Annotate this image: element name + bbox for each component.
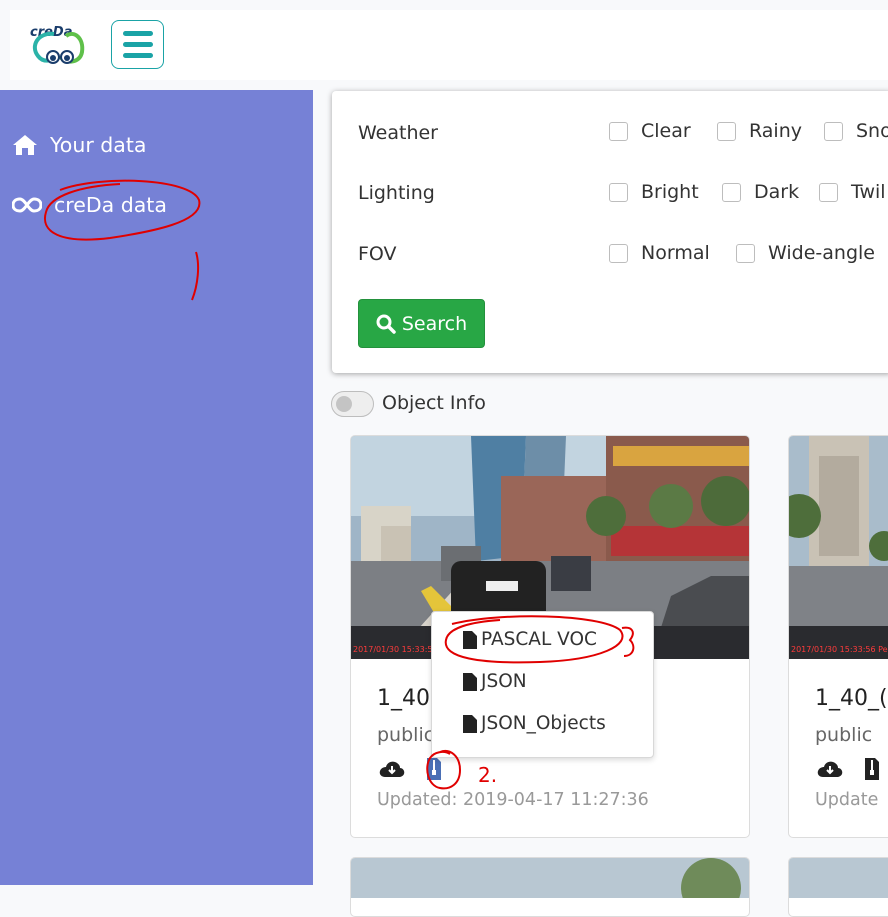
search-icon [376,314,396,334]
weather-snow-checkbox[interactable]: Sno [824,120,888,142]
sidebar-item-your-data[interactable]: Your data [12,133,146,157]
menu-item-json-objects[interactable]: JSON_Objects [463,713,606,734]
dataset-card[interactable]: 2017/01/30 15:33:56 Pe 1_40_( public Upd… [788,435,888,838]
home-icon [12,133,40,157]
filter-panel: Weather Clear Rainy Sno Lighting Bright … [332,91,888,373]
card-visibility: public [377,724,435,746]
card-title: 1_40_( [815,686,888,711]
lighting-bright-checkbox[interactable]: Bright [609,181,699,203]
object-info-label: Object Info [382,392,486,414]
card-visibility: public [815,724,873,746]
file-icon [463,672,477,691]
menu-item-pascal-voc[interactable]: PASCAL VOC [463,629,597,650]
file-icon [463,630,477,649]
zip-file-icon[interactable] [427,758,441,784]
search-button[interactable]: Search [358,299,485,348]
sidebar-item-creda-data[interactable]: creDa data [12,193,167,217]
card-updated-time: Updated: 2019-04-17 11:27:36 [377,790,649,810]
card-updated-time: Update [815,790,879,810]
menu-item-json[interactable]: JSON [463,671,527,692]
weather-rainy-checkbox[interactable]: Rainy [717,120,802,142]
sidebar-item-label: creDa data [54,193,167,217]
video-timestamp: 2017/01/30 15:33:56 Pe [791,645,888,654]
street-photo-thumbnail[interactable] [351,858,750,916]
weather-clear-checkbox[interactable]: Clear [609,120,691,142]
infinity-icon [12,193,42,217]
menu-bar-icon [123,42,153,47]
cloud-download-icon[interactable] [817,759,843,783]
creda-logo[interactable]: creDa [26,20,88,72]
fov-wide-angle-checkbox[interactable]: Wide-angle [736,242,875,264]
fov-normal-checkbox[interactable]: Normal [609,242,710,264]
card-title: 1_40 [377,686,430,711]
street-photo-thumbnail[interactable]: 2017/01/30 15:33:56 Pe [789,436,888,659]
dataset-card[interactable] [788,857,888,917]
file-icon [463,714,477,733]
menu-bar-icon [123,31,153,36]
lighting-dark-checkbox[interactable]: Dark [722,181,799,203]
lighting-label: Lighting [358,182,435,204]
street-photo-thumbnail[interactable] [789,858,888,898]
dataset-card[interactable] [350,857,750,917]
zip-file-icon[interactable] [865,758,879,784]
sidebar-item-label: Your data [50,133,147,157]
menu-bar-icon [123,53,153,58]
download-format-menu: PASCAL VOC JSON JSON_Objects [431,611,654,758]
hamburger-menu-button[interactable] [111,20,164,69]
video-timestamp: 2017/01/30 15:33:56 [353,645,438,654]
cloud-download-icon[interactable] [379,759,405,783]
weather-label: Weather [358,122,438,144]
fov-label: FOV [358,243,397,265]
lighting-twilight-checkbox[interactable]: Twil [819,181,886,203]
object-info-toggle[interactable] [331,391,374,417]
